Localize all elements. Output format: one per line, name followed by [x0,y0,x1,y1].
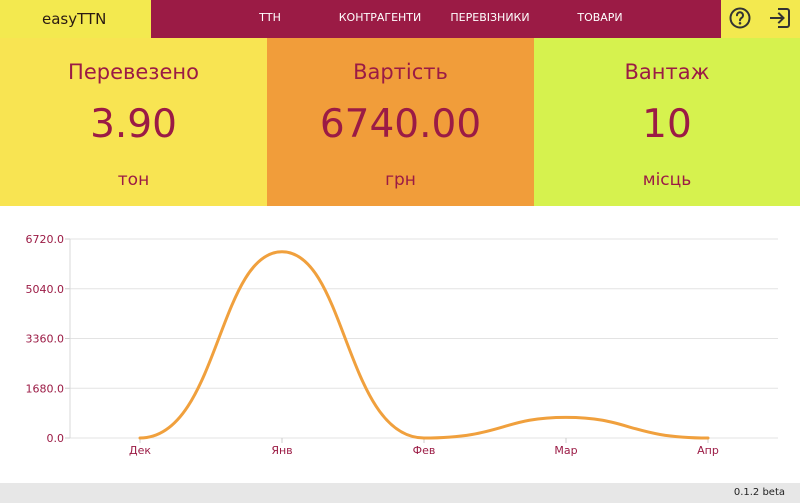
y-tick-label: 0.0 [47,432,65,445]
stat-title: Вартість [353,60,448,84]
stat-value: 10 [642,102,692,147]
app-version: 0.1.2 beta [733,487,785,498]
monthly-cost-chart: 0.0 1680.0 3360.0 5040.0 6720.0 Дек Янв Фев Мар А… [26,233,778,457]
x-tick-label: Апр [697,444,719,457]
app-title[interactable]: easyTTN [0,0,151,38]
x-tick-label: Мар [554,444,577,457]
nav-item-ttn[interactable]: ТТН [237,0,303,38]
nav-item-contractors[interactable]: КОНТРАГЕНТИ [335,0,425,38]
stat-title: Вантаж [624,60,710,84]
stat-value: 6740.00 [319,102,482,147]
stat-card-cargo: Вантаж 10 місць [534,38,800,206]
x-tick-label: Дек [129,444,151,457]
exit-icon[interactable] [768,6,792,30]
toolbar-icons [721,0,800,38]
help-circle-icon[interactable] [728,6,752,30]
nav-item-carriers[interactable]: ПЕРЕВІЗНИКИ [447,0,533,38]
x-tick-label: Фев [413,444,436,457]
y-tick-label: 6720.0 [26,233,65,246]
top-navigation-bar: easyTTN ТТН КОНТРАГЕНТИ ПЕРЕВІЗНИКИ ТОВА… [0,0,800,38]
stat-card-cost: Вартість 6740.00 грн [267,38,534,206]
footer: 0.1.2 beta [0,483,800,503]
y-tick-label: 1680.0 [26,382,65,395]
stat-title: Перевезено [68,60,199,84]
stat-value: 3.90 [90,102,177,147]
stat-unit: грн [385,170,416,190]
stat-unit: місць [642,170,692,190]
nav-item-goods[interactable]: ТОВАРИ [567,0,633,38]
series-line [138,250,710,440]
x-tick-label: Янв [271,444,292,457]
stat-card-transported: Перевезено 3.90 тон [0,38,267,206]
stat-unit: тон [117,170,150,190]
y-tick-label: 5040.0 [26,283,65,296]
y-tick-label: 3360.0 [26,333,65,346]
